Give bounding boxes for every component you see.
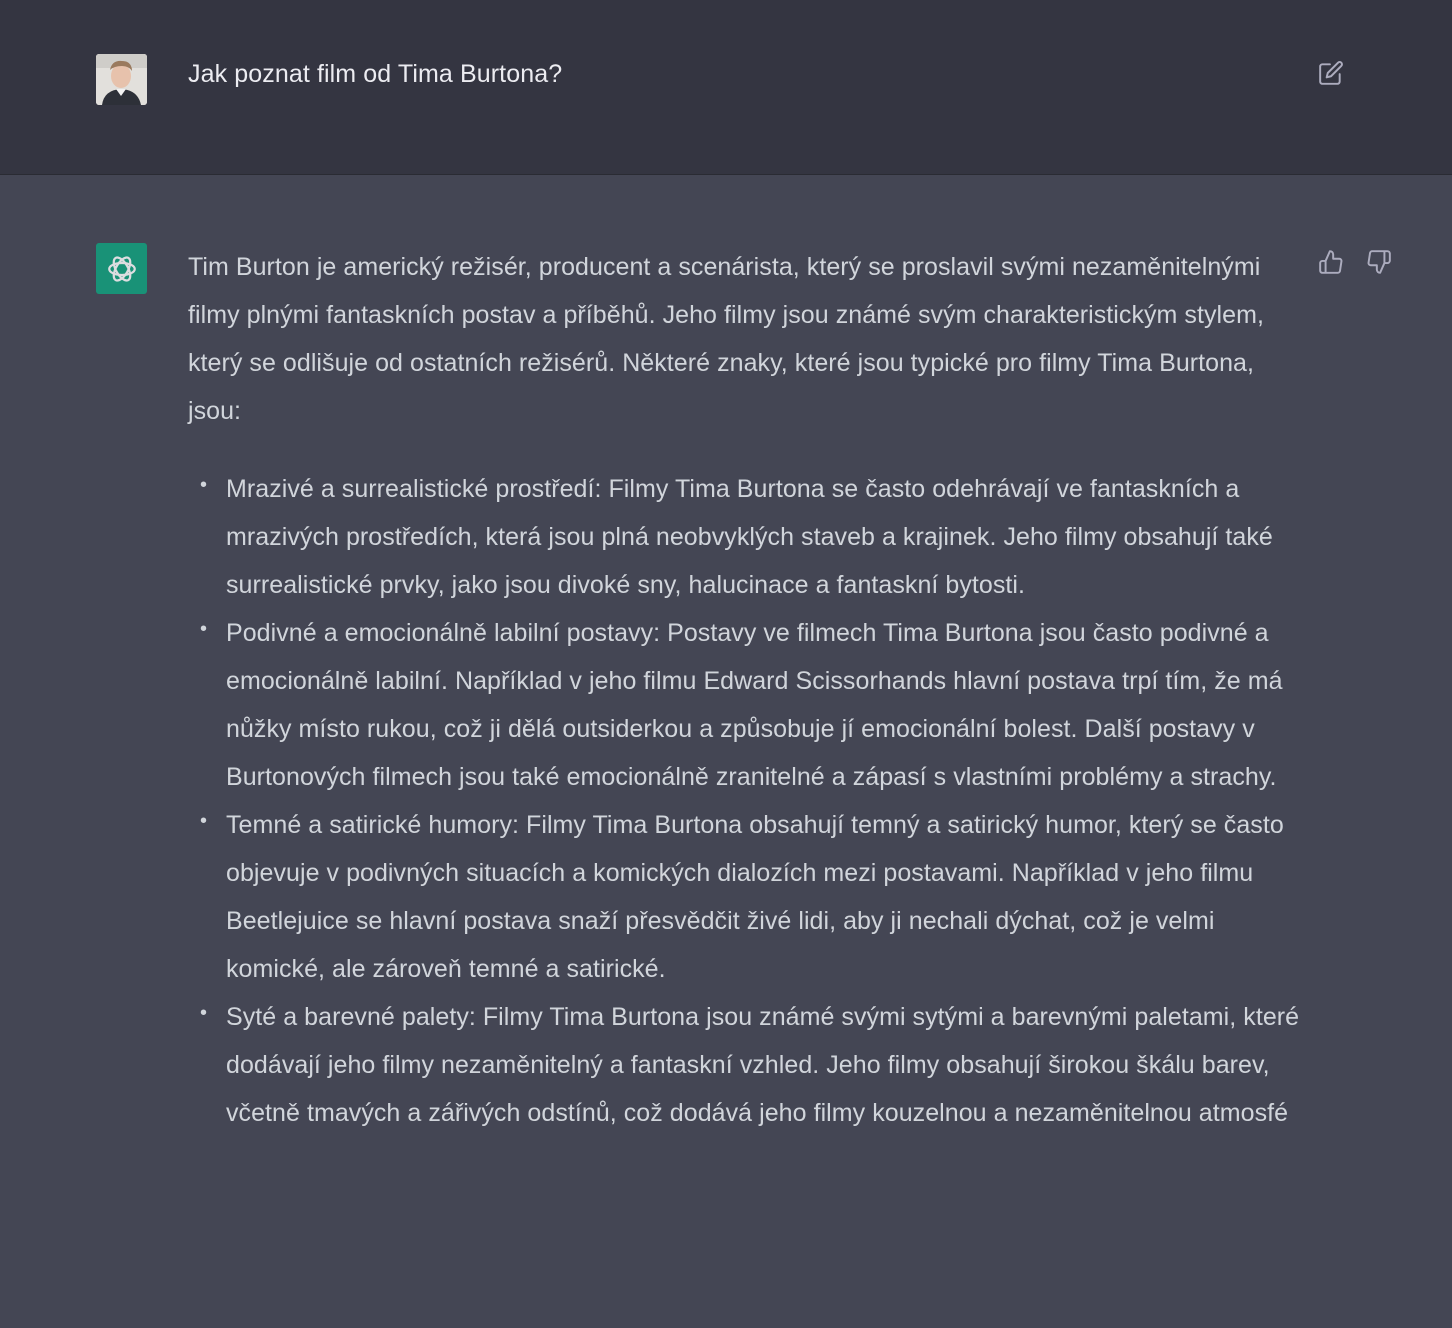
list-item: • Podivné a emocionálně labilní postavy: … [200, 609, 1303, 801]
assistant-answer: Tim Burton je americký režisér, producen… [188, 243, 1303, 1137]
edit-message-button[interactable] [1316, 58, 1346, 88]
bullet-icon: • [200, 810, 208, 832]
user-message-row: Jak poznat film od Tima Burtona? [0, 0, 1452, 175]
list-item-text: Syté a barevné palety: Filmy Tima Burton… [226, 1003, 1300, 1127]
openai-logo-icon [107, 255, 136, 282]
list-item-text: Temné a satirické humory: Filmy Tima Bur… [226, 811, 1284, 983]
list-item: • Mrazivé a surrealistické prostředí: Fil… [200, 465, 1303, 609]
answer-intro: Tim Burton je americký režisér, producen… [188, 253, 1264, 425]
list-item-text: Podivné a emocionálně labilní postavy: P… [226, 619, 1283, 791]
chatgpt-avatar [96, 243, 147, 294]
list-item-text: Mrazivé a surrealistické prostředí: Film… [226, 475, 1273, 599]
assistant-message-row: Tim Burton je americký režisér, producen… [0, 175, 1452, 1328]
user-avatar [96, 54, 147, 105]
bullet-icon: • [200, 618, 208, 640]
user-message-text: Jak poznat film od Tima Burtona? [188, 60, 563, 88]
thumbs-down-icon [1367, 250, 1391, 274]
answer-list: • Mrazivé a surrealistické prostředí: Fil… [188, 465, 1303, 1137]
bullet-icon: • [200, 474, 208, 496]
bullet-icon: • [200, 1002, 208, 1024]
thumbs-up-icon [1319, 250, 1343, 274]
thumbs-up-button[interactable] [1316, 247, 1346, 277]
edit-icon [1319, 61, 1343, 85]
list-item: • Temné a satirické humory: Filmy Tima Bu… [200, 801, 1303, 993]
thumbs-down-button[interactable] [1364, 247, 1394, 277]
list-item: • Syté a barevné palety: Filmy Tima Burto… [200, 993, 1303, 1137]
